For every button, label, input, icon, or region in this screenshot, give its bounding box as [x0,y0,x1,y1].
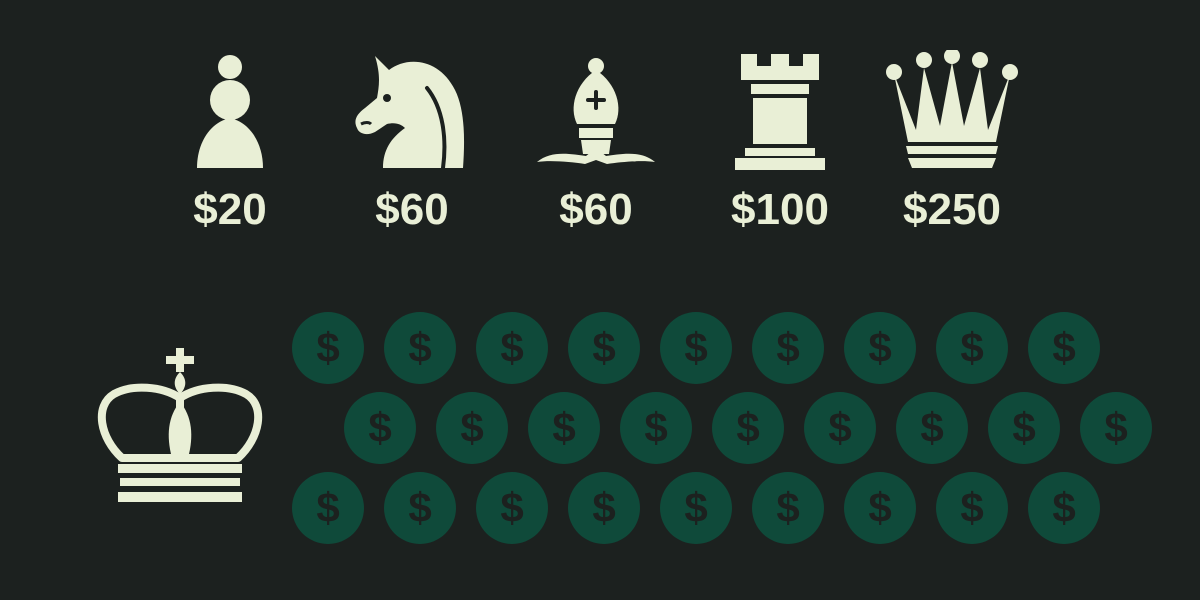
rook-icon [735,54,825,170]
queen-icon [886,50,1018,168]
piece-bishop: $60 [516,50,676,232]
queen-price: $250 [903,185,1001,234]
dollar-coin-icon: $ [712,392,784,464]
dollar-coin-icon: $ [660,472,732,544]
dollar-coin-icon: $ [436,392,508,464]
dollar-coin-icon: $ [936,472,1008,544]
dollar-coin-icon: $ [988,392,1060,464]
dollar-coin-icon: $ [344,392,416,464]
rook-price: $100 [731,185,829,234]
dollar-coin-icon: $ [568,312,640,384]
knight-price: $60 [375,185,449,234]
dollar-coin-icon: $ [292,312,364,384]
dollar-coin-icon: $ [1080,392,1152,464]
dollar-coin-icon: $ [292,472,364,544]
piece-knight: $60 [332,50,492,232]
bishop-icon [537,58,655,164]
dollar-coin-icon: $ [804,392,876,464]
dollar-coin-icon: $ [476,472,548,544]
dollar-coin-icon: $ [568,472,640,544]
dollar-coin-icon: $ [384,472,456,544]
dollar-coin-icon: $ [620,392,692,464]
dollar-coin-icon: $ [936,312,1008,384]
dollar-coin-icon: $ [752,472,824,544]
dollar-coin-icon: $ [1028,312,1100,384]
dollar-coin-icon: $ [528,392,600,464]
pawn-price: $20 [193,185,267,234]
piece-pawn: $20 [150,50,310,232]
dollar-coin-icon: $ [384,312,456,384]
dollar-coin-icon: $ [752,312,824,384]
pawn-icon [197,55,263,168]
piece-queen: $250 [872,50,1032,232]
dollar-coin-icon: $ [844,472,916,544]
dollar-coin-icon: $ [476,312,548,384]
dollar-coin-icon: $ [660,312,732,384]
dollar-coin-icon: $ [896,392,968,464]
knight-icon [355,56,465,170]
dollar-coin-icon: $ [1028,472,1100,544]
piece-rook: $100 [700,50,860,232]
dollar-coin-icon: $ [844,312,916,384]
king-icon [97,348,263,502]
bishop-price: $60 [559,185,633,234]
